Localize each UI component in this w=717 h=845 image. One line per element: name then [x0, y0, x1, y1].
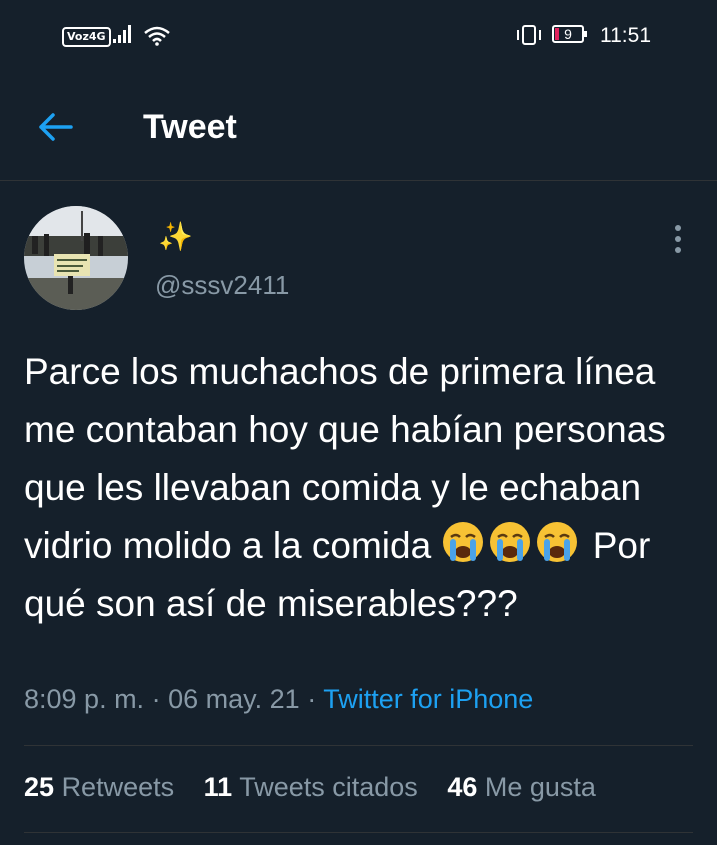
tweet-source-link[interactable]: Twitter for iPhone: [323, 684, 533, 714]
network-badge: Voz4G: [62, 27, 111, 47]
tweet-text: Parce los muchachos de primera línea me …: [24, 343, 704, 633]
status-clock: 11:51: [600, 24, 651, 47]
emoji-group: [441, 522, 582, 566]
likes-count: 46: [447, 772, 478, 802]
likes-label: Me gusta: [484, 772, 596, 802]
quotes-count: 11: [203, 772, 233, 802]
crying-face-icon: [443, 522, 484, 562]
retweets-count: 25: [24, 772, 55, 802]
crying-face-icon: [490, 522, 531, 562]
avatar-image: [24, 206, 128, 310]
more-vertical-icon: [675, 225, 681, 253]
meta-divider: [24, 745, 693, 746]
likes-stat[interactable]: 46 Me gusta: [447, 772, 596, 802]
top-app-bar: Tweet: [0, 70, 717, 180]
retweets-label: Retweets: [61, 772, 175, 802]
page-title: Tweet: [143, 108, 237, 146]
display-name[interactable]: ✨: [158, 220, 193, 253]
tweet-date: 06 may. 21: [168, 684, 300, 714]
signal-icon: [113, 25, 131, 43]
tweet-time: 8:09 p. m.: [24, 684, 145, 714]
more-options-button[interactable]: [669, 222, 687, 256]
tweet-meta: 8:09 p. m. · 06 may. 21 · Twitter for iP…: [24, 684, 533, 715]
stats-divider: [24, 832, 693, 833]
vibrate-icon: [517, 25, 541, 45]
header-divider: [0, 180, 717, 181]
crying-face-icon: [537, 522, 578, 562]
avatar[interactable]: [24, 206, 128, 310]
meta-separator: ·: [307, 684, 317, 714]
status-bar: Voz4G 9 11:51: [0, 0, 717, 70]
retweets-stat[interactable]: 25 Retweets: [24, 772, 174, 802]
tweet-stats: 25 Retweets 11 Tweets citados 46 Me gust…: [24, 772, 618, 803]
meta-separator: ·: [151, 684, 161, 714]
back-button[interactable]: [35, 110, 75, 144]
user-handle[interactable]: @sssv2411: [155, 270, 289, 301]
battery-level: 9: [564, 26, 572, 42]
quotes-stat[interactable]: 11 Tweets citados: [204, 772, 418, 802]
back-arrow-icon: [39, 113, 73, 141]
battery-tip: [584, 31, 587, 37]
quotes-label: Tweets citados: [239, 772, 418, 802]
battery-icon: 9: [552, 25, 587, 43]
wifi-icon: [144, 26, 170, 46]
